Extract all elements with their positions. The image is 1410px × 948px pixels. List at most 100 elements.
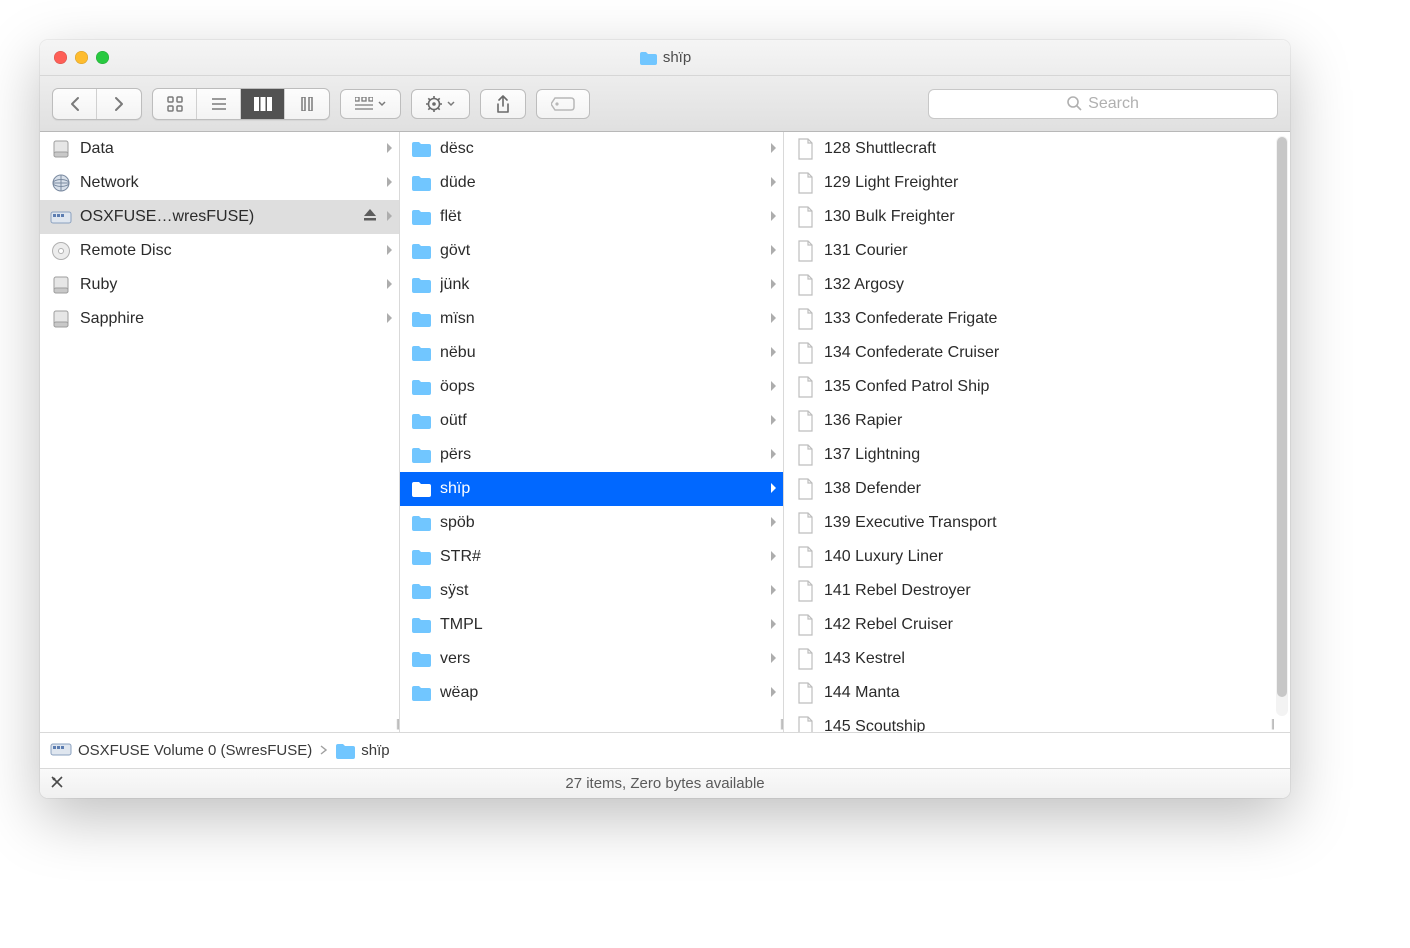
view-list-button[interactable] xyxy=(197,89,241,119)
folder-icon xyxy=(410,209,432,225)
device-item[interactable]: OSXFUSE…wresFUSE) xyxy=(40,200,399,234)
drive-icon xyxy=(50,209,72,225)
folder-item[interactable]: TMPL xyxy=(400,608,783,642)
file-item[interactable]: 131 Courier xyxy=(784,234,1290,268)
folder-item[interactable]: mïsn xyxy=(400,302,783,336)
file-item[interactable]: 143 Kestrel xyxy=(784,642,1290,676)
hdd-icon xyxy=(50,140,72,158)
chevron-right-icon xyxy=(769,346,777,361)
file-item[interactable]: 132 Argosy xyxy=(784,268,1290,302)
files-column[interactable]: 128 Shuttlecraft 129 Light Freighter 130… xyxy=(784,132,1290,732)
folder-item[interactable]: nëbu xyxy=(400,336,783,370)
file-item[interactable]: 133 Confederate Frigate xyxy=(784,302,1290,336)
folder-label: mïsn xyxy=(440,310,761,328)
view-column-button[interactable] xyxy=(241,89,285,119)
eject-icon[interactable] xyxy=(363,208,377,227)
folder-item[interactable]: dësc xyxy=(400,132,783,166)
folder-item[interactable]: wëap xyxy=(400,676,783,710)
drive-icon xyxy=(50,741,72,761)
file-item[interactable]: 135 Confed Patrol Ship xyxy=(784,370,1290,404)
file-label: 133 Confederate Frigate xyxy=(824,310,1268,328)
search-input[interactable]: Search xyxy=(928,89,1278,119)
folder-item[interactable]: oütf xyxy=(400,404,783,438)
arrange-button[interactable] xyxy=(340,89,401,119)
folders-column[interactable]: dësc düde flët gövt jünk mïsn nëbu öops … xyxy=(400,132,784,732)
action-button[interactable] xyxy=(411,89,470,119)
file-item[interactable]: 129 Light Freighter xyxy=(784,166,1290,200)
folder-item[interactable]: düde xyxy=(400,166,783,200)
chevron-right-icon xyxy=(769,380,777,395)
folder-item[interactable]: përs xyxy=(400,438,783,472)
file-icon xyxy=(794,206,816,228)
folder-item[interactable]: STR# xyxy=(400,540,783,574)
folder-label: düde xyxy=(440,174,761,192)
folder-icon xyxy=(410,345,432,361)
scrollthumb[interactable] xyxy=(1277,137,1287,697)
device-label: Remote Disc xyxy=(80,242,377,260)
back-button[interactable] xyxy=(53,89,97,119)
file-item[interactable]: 139 Executive Transport xyxy=(784,506,1290,540)
tags-button[interactable] xyxy=(536,89,590,119)
file-item[interactable]: 142 Rebel Cruiser xyxy=(784,608,1290,642)
forward-button[interactable] xyxy=(97,89,141,119)
file-icon xyxy=(794,240,816,262)
status-text: 27 items, Zero bytes available xyxy=(565,775,764,792)
folder-item[interactable]: sÿst xyxy=(400,574,783,608)
file-icon xyxy=(794,274,816,296)
close-icon[interactable] xyxy=(54,51,67,64)
finder-window: shïp xyxy=(40,40,1290,798)
file-item[interactable]: 140 Luxury Liner xyxy=(784,540,1290,574)
file-item[interactable]: 130 Bulk Freighter xyxy=(784,200,1290,234)
file-item[interactable]: 137 Lightning xyxy=(784,438,1290,472)
folder-item[interactable]: öops xyxy=(400,370,783,404)
share-button[interactable] xyxy=(480,89,526,119)
folder-label: dësc xyxy=(440,140,761,158)
device-item[interactable]: Ruby xyxy=(40,268,399,302)
folder-item[interactable]: flët xyxy=(400,200,783,234)
file-label: 128 Shuttlecraft xyxy=(824,140,1268,158)
path-segment[interactable]: OSXFUSE Volume 0 (SwresFUSE) xyxy=(50,741,312,761)
chevron-right-icon xyxy=(385,142,393,157)
folder-item[interactable]: spöb xyxy=(400,506,783,540)
devices-column[interactable]: Data Network OSXFUSE…wresFUSE) Remote Di… xyxy=(40,132,400,732)
folder-label: flët xyxy=(440,208,761,226)
folder-item[interactable]: shïp xyxy=(400,472,783,506)
zoom-icon[interactable] xyxy=(96,51,109,64)
nav-group xyxy=(52,88,142,120)
chevron-right-icon xyxy=(769,210,777,225)
folder-label: vers xyxy=(440,650,761,668)
folder-item[interactable]: gövt xyxy=(400,234,783,268)
file-label: 129 Light Freighter xyxy=(824,174,1268,192)
window-title-text: shïp xyxy=(663,49,691,66)
minimize-icon[interactable] xyxy=(75,51,88,64)
file-item[interactable]: 136 Rapier xyxy=(784,404,1290,438)
scrollbar[interactable] xyxy=(1276,136,1288,716)
folder-item[interactable]: jünk xyxy=(400,268,783,302)
privacy-icon xyxy=(50,775,64,793)
path-segment[interactable]: shïp xyxy=(335,742,389,759)
view-mode-group xyxy=(152,88,330,120)
chevron-right-icon xyxy=(769,686,777,701)
file-item[interactable]: 128 Shuttlecraft xyxy=(784,132,1290,166)
file-item[interactable]: 141 Rebel Destroyer xyxy=(784,574,1290,608)
file-icon xyxy=(794,444,816,466)
folder-item[interactable]: vers xyxy=(400,642,783,676)
view-icon-button[interactable] xyxy=(153,89,197,119)
device-item[interactable]: Sapphire xyxy=(40,302,399,336)
device-item[interactable]: Network xyxy=(40,166,399,200)
device-item[interactable]: Data xyxy=(40,132,399,166)
folder-icon xyxy=(410,549,432,565)
file-item[interactable]: 138 Defender xyxy=(784,472,1290,506)
device-item[interactable]: Remote Disc xyxy=(40,234,399,268)
file-icon xyxy=(794,512,816,534)
file-item[interactable]: 134 Confederate Cruiser xyxy=(784,336,1290,370)
chevron-right-icon xyxy=(385,278,393,293)
file-item[interactable]: 145 Scoutship xyxy=(784,710,1290,732)
view-gallery-button[interactable] xyxy=(285,89,329,119)
folder-label: jünk xyxy=(440,276,761,294)
chevron-right-icon xyxy=(769,584,777,599)
search-placeholder: Search xyxy=(1088,95,1139,113)
file-icon xyxy=(794,546,816,568)
folder-label: përs xyxy=(440,446,761,464)
file-item[interactable]: 144 Manta xyxy=(784,676,1290,710)
